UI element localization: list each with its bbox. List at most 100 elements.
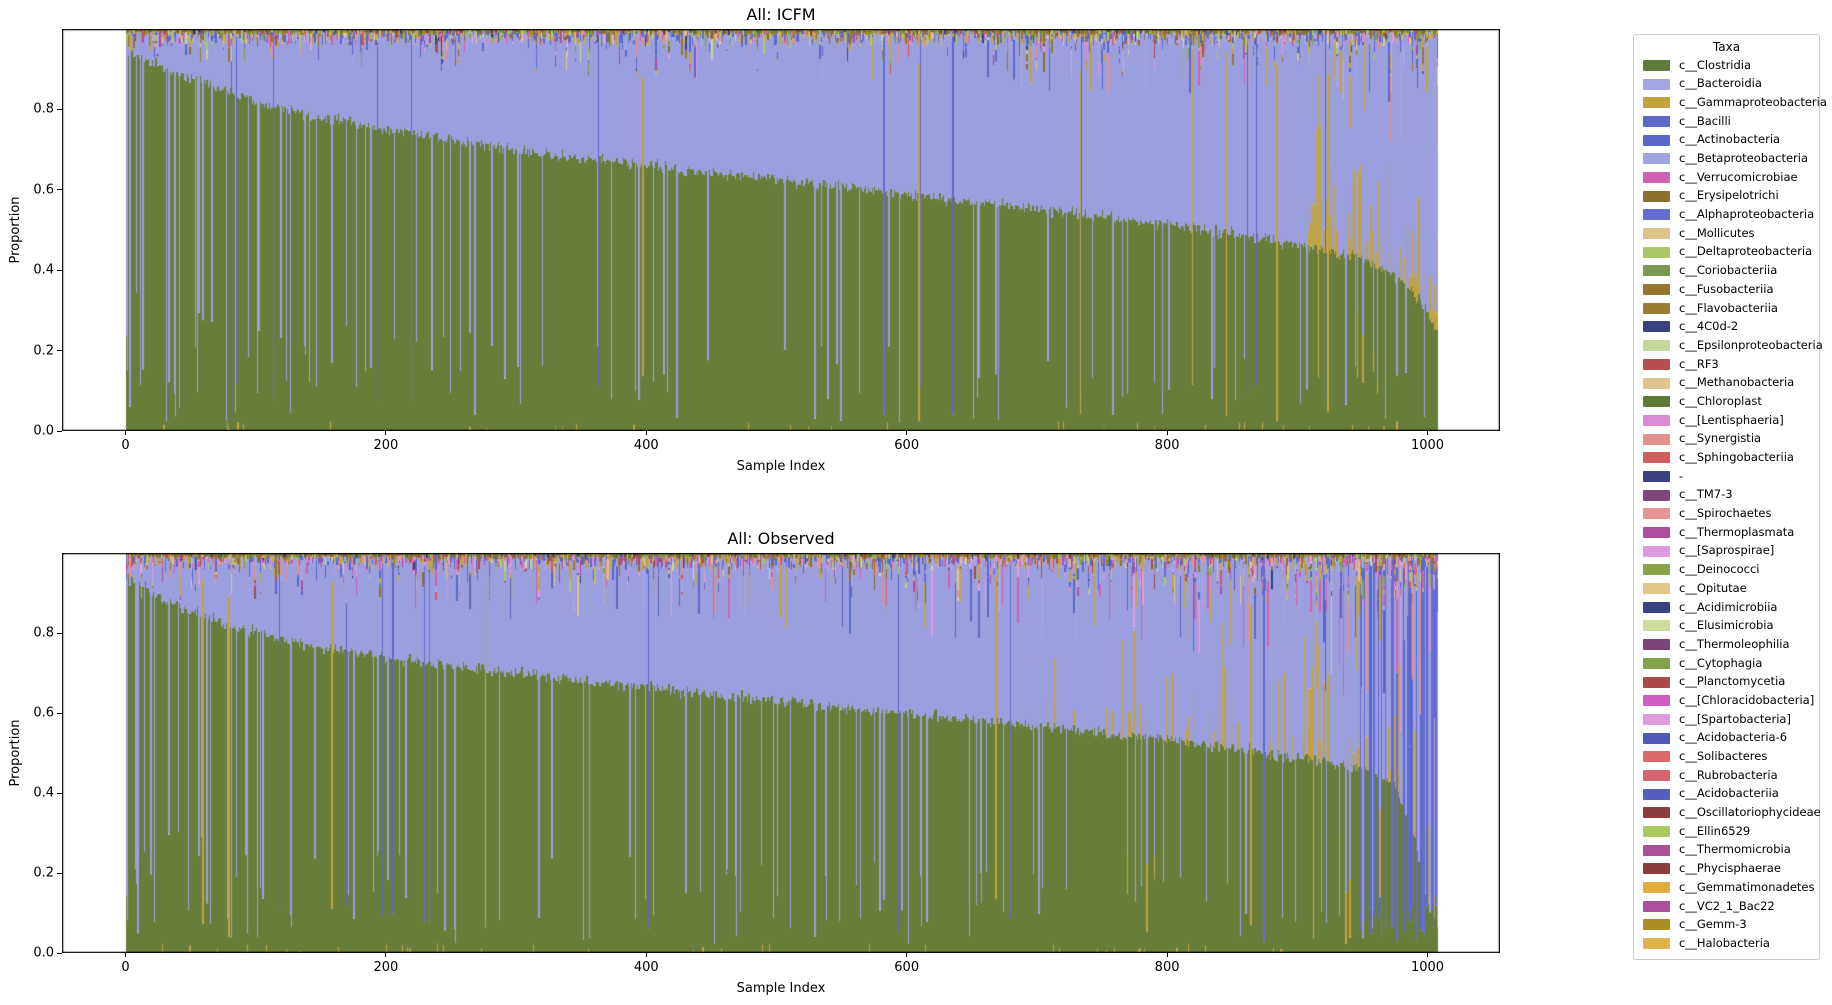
y-tick-label: 0.8 (33, 625, 54, 641)
legend-color-swatch (1643, 284, 1670, 296)
legend-item-label: c__Phycisphaerae (1679, 861, 1781, 876)
legend-item: c__Gemm-3 (1634, 916, 1819, 935)
legend-item-label: c__Gammaproteobacteria (1679, 94, 1827, 109)
legend-item: c__Gemmatimonadetes (1634, 878, 1819, 897)
legend-color-swatch (1643, 583, 1670, 595)
legend-item: c__Verrucomicrobiae (1634, 168, 1819, 187)
legend-item: c__Acidobacteriia (1634, 785, 1819, 804)
x-tick-mark (645, 431, 647, 435)
legend-item: c__Solibacteres (1634, 747, 1819, 766)
legend-item: c__4C0d-2 (1634, 318, 1819, 337)
x-tick-mark (385, 953, 387, 957)
legend-color-swatch (1643, 732, 1670, 744)
legend-color-swatch (1643, 321, 1670, 333)
legend-color-swatch (1643, 657, 1670, 669)
legend-item: c__Betaproteobacteria (1634, 149, 1819, 168)
legend-color-swatch (1643, 695, 1670, 707)
legend-color-swatch (1643, 97, 1670, 109)
legend-color-swatch (1643, 209, 1670, 221)
y-tick-label: 0.6 (33, 182, 54, 198)
legend-item: c__Epsilonproteobacteria (1634, 336, 1823, 355)
legend-item: c__Sphingobacteriia (1634, 448, 1819, 467)
figure: All: ICFM Proportion Sample Index All: O… (0, 0, 1832, 1005)
legend-item: c__Bacteroidia (1634, 75, 1819, 94)
legend-color-swatch (1643, 358, 1670, 370)
y-tick-mark (57, 269, 62, 271)
x-tick-label: 600 (894, 960, 920, 975)
chart-title-icfm: All: ICFM (746, 5, 816, 24)
chart-title-observed: All: Observed (727, 529, 835, 548)
legend-item: c__Cytophagia (1634, 654, 1819, 673)
legend-item-label: c__Opitutae (1679, 580, 1747, 595)
legend-color-swatch (1643, 78, 1670, 90)
legend-item-label: c__Spirochaetes (1679, 506, 1772, 521)
x-tick-mark (1427, 953, 1428, 957)
legend-item-label: c__Planctomycetia (1679, 674, 1786, 689)
legend-item: c__Acidobacteria-6 (1634, 729, 1819, 748)
x-tick-mark (645, 953, 647, 957)
legend-item-label: c__Bacilli (1679, 113, 1731, 128)
legend-color-swatch (1643, 676, 1670, 688)
legend-item: c__Acidimicrobiia (1634, 598, 1819, 617)
legend-item: c__Erysipelotrichi (1634, 187, 1819, 206)
legend-color-swatch (1643, 601, 1670, 613)
x-tick-label: 0 (121, 438, 130, 453)
legend-item-label: c__Mollicutes (1679, 225, 1755, 240)
legend-color-swatch (1643, 489, 1670, 501)
legend-item-label: c__[Lentisphaeria] (1679, 412, 1784, 427)
legend-color-swatch (1643, 340, 1670, 352)
legend-item: c__RF3 (1634, 355, 1819, 374)
y-tick-label: 0.6 (33, 705, 54, 721)
legend-color-swatch (1643, 470, 1670, 482)
legend-item: c__Alphaproteobacteria (1634, 206, 1819, 225)
y-tick-mark (57, 712, 62, 714)
legend-color-swatch (1643, 228, 1670, 240)
legend-color-swatch (1643, 826, 1670, 838)
y-tick-mark (57, 189, 62, 191)
legend-item-label: c__Gemmatimonadetes (1679, 879, 1815, 894)
legend-item-label: c__Ellin6529 (1679, 823, 1751, 838)
legend-item: c__Opitutae (1634, 579, 1819, 598)
legend-item-label: c__Synergistia (1679, 431, 1762, 446)
legend-item: c__[Lentisphaeria] (1634, 411, 1819, 430)
legend-item: c__Clostridia (1634, 56, 1819, 75)
legend-item-label: c__Acidobacteriia (1679, 786, 1779, 801)
x-tick-mark (125, 431, 126, 435)
legend-item: c__Thermoleophilia (1634, 635, 1819, 654)
x-tick-label: 0 (121, 960, 130, 975)
legend-item: c__Bacilli (1634, 112, 1819, 131)
legend-color-swatch (1643, 59, 1670, 71)
x-tick-label: 800 (1154, 438, 1180, 453)
legend-color-swatch (1643, 564, 1670, 576)
y-axis-label: Proportion (8, 719, 23, 787)
legend-item-label: c__Coriobacteriia (1679, 263, 1778, 278)
legend-item: c__Gammaproteobacteria (1634, 93, 1827, 112)
x-tick-label: 400 (633, 438, 659, 453)
legend-item-label: c__Deinococci (1679, 562, 1760, 577)
y-tick-mark (57, 108, 62, 110)
legend-color-swatch (1643, 377, 1670, 389)
legend-color-swatch (1643, 863, 1670, 875)
x-tick-mark (906, 431, 908, 435)
legend-color-swatch (1643, 545, 1670, 557)
legend-item: c__Elusimicrobia (1634, 617, 1819, 636)
legend-item-label: c__Epsilonproteobacteria (1679, 337, 1823, 352)
legend-color-swatch (1643, 246, 1670, 258)
y-tick-label: 0.0 (33, 423, 54, 439)
legend-item-label: c__Elusimicrobia (1679, 618, 1774, 633)
legend-color-swatch (1643, 639, 1670, 651)
legend-item: c__Thermomicrobia (1634, 841, 1819, 860)
x-tick-mark (1166, 431, 1168, 435)
x-tick-mark (906, 953, 908, 957)
y-tick-mark (57, 350, 62, 352)
legend-item-label: - (1679, 468, 1684, 483)
legend-item-label: c__VC2_1_Bac22 (1679, 898, 1775, 913)
legend-color-swatch (1643, 527, 1670, 539)
x-tick-mark (125, 953, 126, 957)
legend-color-swatch (1643, 190, 1670, 202)
legend-item-label: c__Thermomicrobia (1679, 842, 1791, 857)
legend-color-swatch (1643, 508, 1670, 520)
legend-item: c__Phycisphaerae (1634, 860, 1819, 879)
y-tick-label: 0.4 (33, 262, 54, 278)
legend-item: c__Methanobacteria (1634, 374, 1819, 393)
